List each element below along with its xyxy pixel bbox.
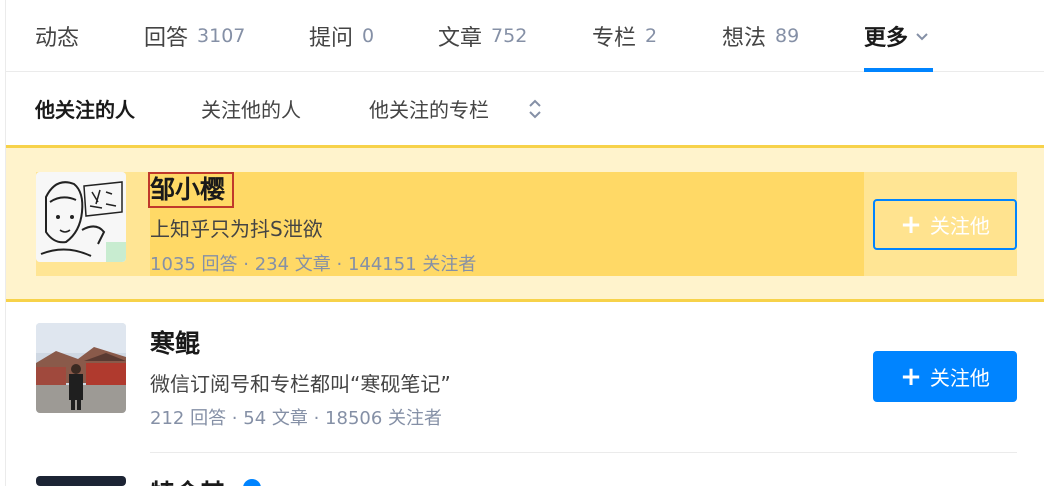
- tab-label: 回答: [144, 26, 189, 51]
- profile-tabs: 动态 回答 3107 提问 0 文章 752 专栏 2 想法 89 更多: [6, 0, 1044, 72]
- follow-button[interactable]: + 关注他: [873, 351, 1017, 402]
- plus-icon: +: [900, 361, 922, 392]
- list-item: 特命其: [6, 454, 1044, 486]
- verified-badge-icon: [243, 479, 261, 486]
- profile-page: 动态 回答 3107 提问 0 文章 752 专栏 2 想法 89 更多 他关注…: [5, 0, 1044, 486]
- tab-label: 专栏: [592, 26, 637, 51]
- tab-label: 提问: [309, 26, 354, 51]
- list-divider: [150, 452, 1017, 453]
- follow-button-label: 关注他: [929, 366, 990, 390]
- tab-questions[interactable]: 提问 0: [309, 18, 374, 54]
- active-tab-indicator: [864, 68, 933, 72]
- tab-label: 动态: [35, 26, 80, 51]
- tab-label: 更多: [864, 26, 909, 51]
- tab-more[interactable]: 更多: [864, 18, 930, 54]
- photo-avatar-image: [36, 323, 126, 413]
- tab-count: 752: [491, 25, 528, 47]
- subtab-following[interactable]: 他关注的人: [35, 88, 135, 128]
- user-name[interactable]: 特命其: [150, 474, 225, 486]
- tab-count: 2: [645, 25, 658, 47]
- avatar[interactable]: [36, 476, 126, 486]
- tab-count: 89: [775, 25, 800, 47]
- follow-subtabs: 他关注的人 关注他的人 他关注的专栏: [6, 88, 1044, 128]
- subtab-followers[interactable]: 关注他的人: [201, 88, 301, 128]
- tab-articles[interactable]: 文章 752: [438, 18, 527, 54]
- user-bio: 微信订阅号和专栏都叫“寒砚笔记”: [150, 372, 451, 396]
- follow-button-label: 关注他: [929, 214, 990, 238]
- tab-answers[interactable]: 回答 3107: [144, 18, 245, 54]
- chevron-down-icon: [916, 33, 928, 41]
- tab-count: 0: [362, 25, 375, 47]
- tab-pins[interactable]: 想法 89: [722, 18, 799, 54]
- avatar[interactable]: [36, 323, 126, 413]
- plus-icon: +: [900, 209, 922, 240]
- tab-count: 3107: [197, 25, 246, 47]
- tab-label: 想法: [722, 26, 767, 51]
- avatar[interactable]: [36, 172, 126, 262]
- tab-label: 文章: [438, 26, 483, 51]
- subtab-followed-columns[interactable]: 他关注的专栏: [369, 88, 489, 128]
- sort-toggle-icon[interactable]: [527, 96, 543, 122]
- tab-activity[interactable]: 动态: [35, 18, 79, 54]
- user-stats[interactable]: 1035 回答 · 234 文章 · 144151 关注者: [150, 250, 476, 276]
- list-item: 寒鲲 微信订阅号和专栏都叫“寒砚笔记” 212 回答 · 54 文章 · 185…: [6, 302, 1044, 454]
- sketch-avatar-image: [36, 172, 126, 262]
- user-stats[interactable]: 212 回答 · 54 文章 · 18506 关注者: [150, 404, 442, 430]
- name-selection-box: [148, 172, 234, 208]
- follow-button[interactable]: + 关注他: [873, 199, 1017, 250]
- user-name[interactable]: 寒鲲: [150, 324, 200, 360]
- tab-columns[interactable]: 专栏 2: [592, 18, 657, 54]
- user-bio: 上知乎只为抖S泄欲: [150, 217, 323, 241]
- list-item: 邹小樱 上知乎只为抖S泄欲 1035 回答 · 234 文章 · 144151 …: [6, 145, 1044, 302]
